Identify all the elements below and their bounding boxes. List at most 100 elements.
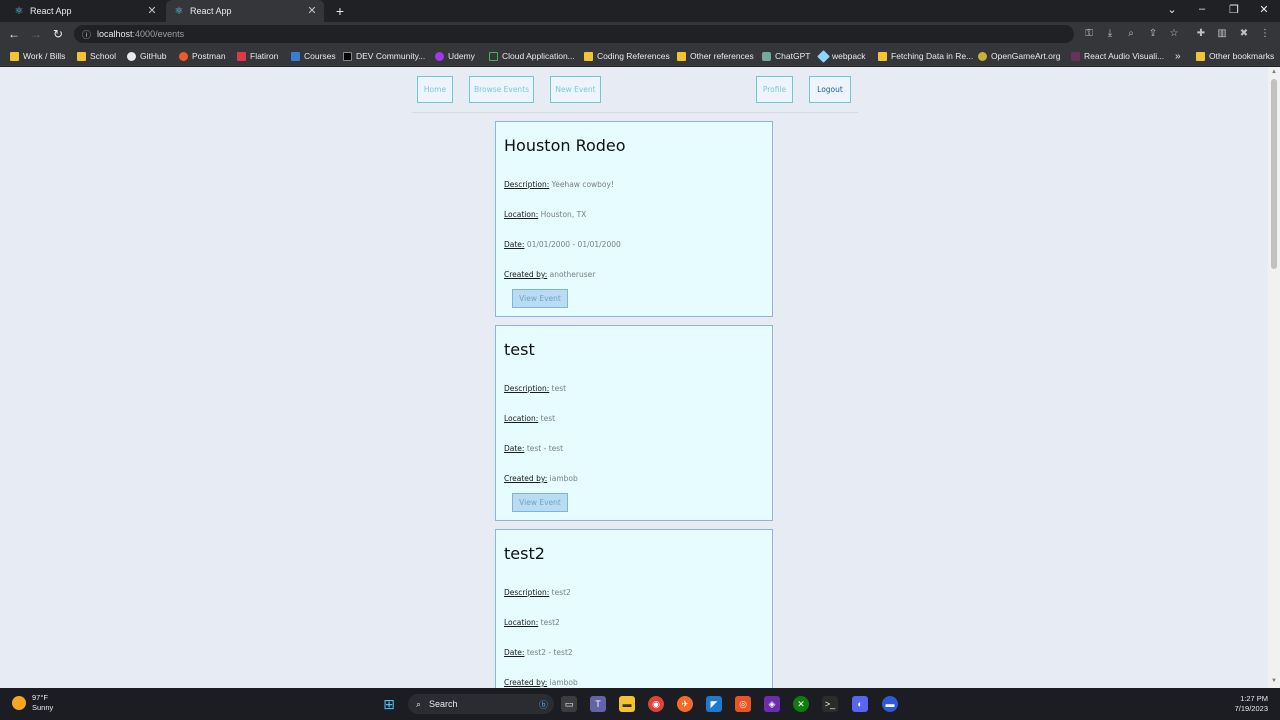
chrome-icon[interactable]: ◉ — [648, 696, 664, 712]
bookmark-postman[interactable]: Postman — [179, 50, 226, 62]
field-label: Created by: — [504, 678, 548, 687]
field-label: Location: — [504, 414, 539, 423]
more-bookmarks-icon[interactable]: » — [1175, 50, 1181, 62]
extensions-icon[interactable]: ✚ — [1194, 27, 1208, 41]
field-label: Date: — [504, 240, 525, 249]
dev-icon — [343, 51, 352, 61]
view-event-button[interactable]: View Event — [512, 493, 568, 512]
event-location: Location: test2 — [504, 618, 560, 627]
bookmark-react-audio[interactable]: React Audio Visuali... — [1071, 50, 1164, 62]
courses-icon — [291, 51, 300, 61]
forward-icon[interactable]: → — [28, 26, 44, 42]
bookmark-label: Other references — [690, 51, 754, 61]
event-card: test2 Description: test2 Location: test2… — [495, 529, 773, 688]
file-explorer-icon[interactable]: ▬ — [619, 696, 635, 712]
address-bar[interactable]: ⓘ localhost:4000/events — [74, 25, 1074, 43]
nav-home-button[interactable]: Home — [417, 76, 453, 103]
tab-title: React App — [190, 6, 232, 16]
share-icon[interactable]: ⇪ — [1146, 27, 1160, 41]
reload-icon[interactable]: ↻ — [50, 26, 66, 42]
bookmark-other-references[interactable]: Other references — [677, 50, 754, 62]
event-description: Description: test2 — [504, 588, 571, 597]
postman-taskbar-icon[interactable]: ✈ — [677, 696, 693, 712]
react-audio-icon — [1071, 51, 1080, 61]
event-location: Location: Houston, TX — [504, 210, 586, 219]
nav-logout-button[interactable]: Logout — [809, 76, 851, 103]
bookmark-udemy[interactable]: Udemy — [435, 50, 475, 62]
bookmark-chatgpt[interactable]: ChatGPT — [762, 50, 810, 62]
bookmark-coding-references[interactable]: Coding References — [584, 50, 670, 62]
scroll-down-icon[interactable]: ▼ — [1270, 678, 1278, 684]
app-navbar: Home Browse Events New Event Profile Log… — [412, 67, 858, 113]
bookmark-dev-community[interactable]: DEV Community... — [343, 50, 425, 62]
bookmark-label: Coding References — [597, 51, 670, 61]
page-scrollbar[interactable]: ▲ ▼ — [1268, 67, 1280, 688]
discord-icon[interactable]: ◐ — [852, 696, 868, 712]
key-icon[interactable]: ⚿ — [1082, 27, 1096, 41]
bookmark-star-icon[interactable]: ☆ — [1167, 27, 1181, 41]
close-tab-icon[interactable]: ✕ — [306, 5, 318, 17]
app-icon[interactable]: ◈ — [764, 696, 780, 712]
field-label: Location: — [504, 210, 539, 219]
xbox-icon[interactable]: ✕ — [793, 696, 809, 712]
event-date: Date: test - test — [504, 444, 563, 453]
folder-icon — [10, 51, 19, 61]
field-value: test — [540, 414, 556, 423]
event-created-by: Created by: anotheruser — [504, 270, 595, 279]
event-description: Description: Yeehaw cowboy! — [504, 180, 614, 189]
profile-icon[interactable]: ✖ — [1237, 27, 1251, 41]
tab-search-icon[interactable]: ⌄ — [1164, 3, 1180, 16]
menu-icon[interactable]: ⋮ — [1258, 27, 1272, 41]
install-icon[interactable]: ⤓ — [1103, 27, 1117, 41]
nav-new-event-button[interactable]: New Event — [550, 76, 601, 103]
bookmark-courses[interactable]: Courses — [291, 50, 336, 62]
bookmark-label: Udemy — [448, 51, 475, 61]
restore-icon[interactable]: ❐ — [1226, 3, 1242, 16]
page-content: Home Browse Events New Event Profile Log… — [0, 67, 1268, 688]
bookmark-school[interactable]: School — [77, 50, 116, 62]
site-info-icon[interactable]: ⓘ — [82, 28, 91, 41]
close-window-icon[interactable]: ✕ — [1256, 3, 1272, 16]
browser-tab-1[interactable]: ⚛ React App ✕ — [6, 0, 164, 22]
browser-tab-2[interactable]: ⚛ React App ✕ — [166, 0, 324, 22]
close-tab-icon[interactable]: ✕ — [146, 5, 158, 17]
windows-start-icon[interactable]: ⊞ — [381, 696, 397, 712]
bookmark-other-bookmarks[interactable]: Other bookmarks — [1196, 50, 1274, 62]
new-tab-icon[interactable]: + — [332, 3, 348, 19]
field-value: anotheruser — [549, 270, 596, 279]
bookmark-label: Cloud Application... — [502, 51, 575, 61]
folder-icon — [677, 51, 686, 61]
bookmark-work-bills[interactable]: Work / Bills — [10, 50, 65, 62]
bookmark-cloud-application[interactable]: Cloud Application... — [489, 50, 575, 62]
field-value: Yeehaw cowboy! — [551, 180, 614, 189]
nav-profile-button[interactable]: Profile — [756, 76, 793, 103]
zoom-app-icon[interactable]: ▬ — [882, 696, 898, 712]
teams-icon[interactable]: T — [590, 696, 606, 712]
scroll-thumb[interactable] — [1271, 79, 1277, 269]
bookmark-github[interactable]: GitHub — [127, 50, 166, 62]
vscode-icon[interactable]: ◤ — [706, 696, 722, 712]
side-panel-icon[interactable]: ▥ — [1215, 27, 1229, 41]
bookmark-opengameart[interactable]: OpenGameArt.org — [978, 50, 1060, 62]
bookmark-flatiron[interactable]: Flatiron — [237, 50, 278, 62]
bookmark-label: webpack — [832, 51, 866, 61]
event-title: test — [504, 340, 535, 359]
bookmark-fetching-data[interactable]: Fetching Data in Re... — [878, 50, 973, 62]
view-event-button[interactable]: View Event — [512, 289, 568, 308]
system-clock[interactable]: 1:27 PM 7/19/2023 — [1235, 694, 1268, 714]
url-path: :4000/events — [132, 29, 185, 39]
terminal-icon[interactable]: >_ — [822, 696, 838, 712]
taskbar-search[interactable]: ⌕ Search ⓑ — [408, 694, 554, 714]
nav-browse-events-button[interactable]: Browse Events — [469, 76, 534, 103]
zoom-icon[interactable]: ⌕ — [1124, 27, 1138, 41]
back-icon[interactable]: ← — [6, 26, 22, 42]
weather-widget[interactable]: 97°F Sunny — [12, 693, 53, 713]
field-value: test — [551, 384, 567, 393]
field-label: Location: — [504, 618, 539, 627]
ubuntu-icon[interactable]: ◎ — [735, 696, 751, 712]
scroll-up-icon[interactable]: ▲ — [1270, 69, 1278, 75]
task-view-icon[interactable]: ▭ — [561, 696, 577, 712]
bookmark-webpack[interactable]: webpack — [817, 49, 866, 63]
minimize-icon[interactable]: – — [1194, 3, 1210, 15]
clock-date: 7/19/2023 — [1234, 704, 1268, 713]
